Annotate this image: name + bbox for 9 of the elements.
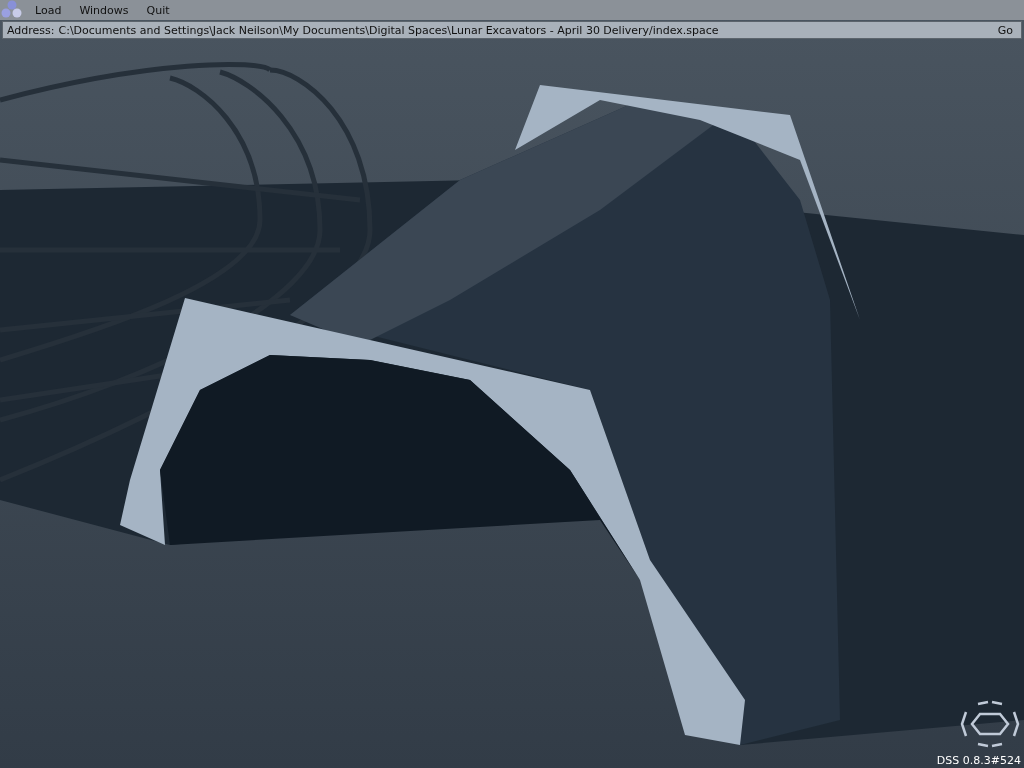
hexagon-logo-icon — [958, 700, 1022, 748]
go-button[interactable]: Go — [993, 23, 1017, 37]
menu-item[interactable]: Quit — [140, 3, 176, 17]
menu-item[interactable]: Load — [29, 3, 68, 17]
menu-item[interactable]: Windows — [73, 3, 135, 17]
address-field[interactable]: Address: C:\Documents and Settings\Jack Neilson\My Documents\Digital Spaces\Lunar Excavators - April 30 Delivery/index.space Go — [2, 21, 1022, 39]
address-label: Address: — [7, 23, 55, 37]
version-label: DSS 0.8.3#524 — [936, 754, 1021, 767]
spheres-logo-icon — [1, 0, 23, 20]
